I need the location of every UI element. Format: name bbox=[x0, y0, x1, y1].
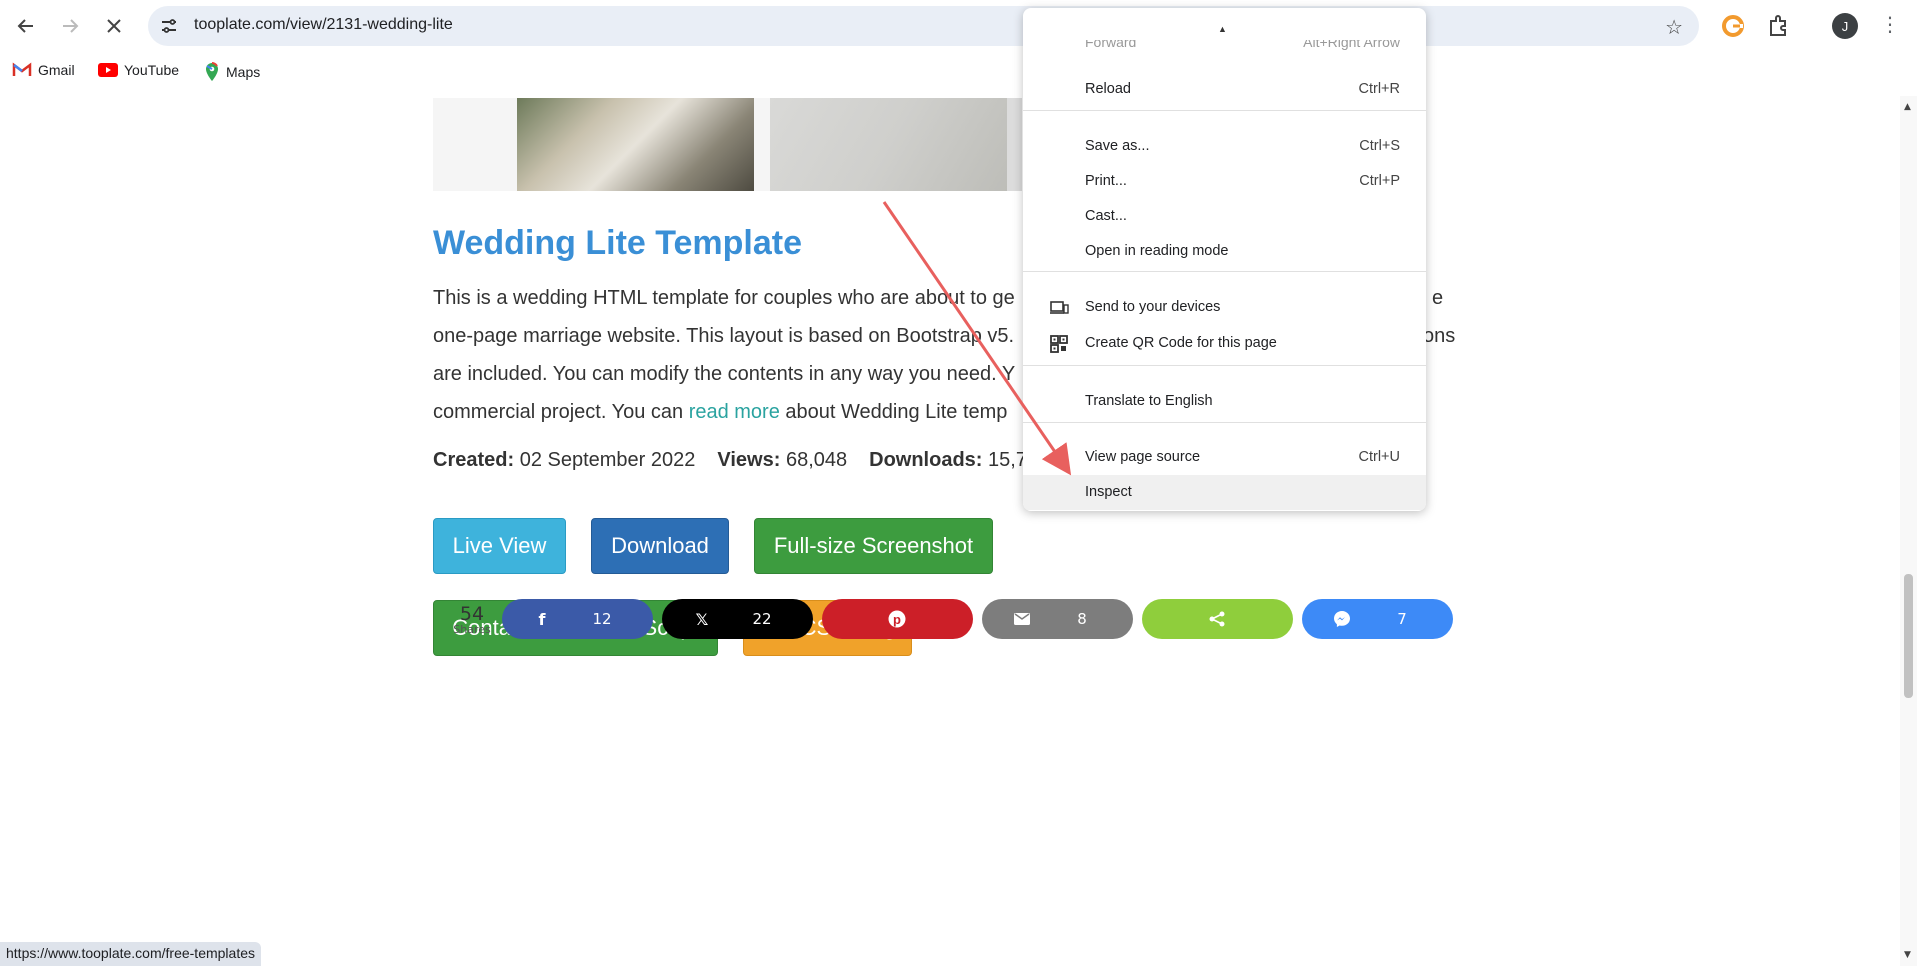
template-stats: Created: 02 September 2022 Views: 68,048 D… bbox=[433, 449, 1027, 471]
menu-scroll-up-icon[interactable]: ▲ bbox=[1218, 24, 1227, 34]
preview-image-couple bbox=[517, 98, 754, 191]
context-item-send-to-devices[interactable]: Send to your devices bbox=[1023, 290, 1426, 325]
youtube-icon bbox=[98, 63, 118, 77]
gmail-icon bbox=[12, 62, 32, 76]
context-item-save-as[interactable]: Save as... Ctrl+S bbox=[1023, 129, 1426, 164]
email-icon bbox=[1012, 609, 1032, 629]
bookmark-maps[interactable]: Maps bbox=[204, 62, 260, 82]
full-size-screenshot-button[interactable]: Full-size Screenshot bbox=[754, 518, 993, 574]
context-item-reload[interactable]: Reload Ctrl+R bbox=[1023, 72, 1426, 107]
bookmark-gmail[interactable]: Gmail bbox=[12, 62, 75, 78]
grammarly-extension-icon[interactable] bbox=[1720, 13, 1746, 39]
context-item-reading-mode[interactable]: Open in reading mode bbox=[1023, 234, 1426, 269]
share-icon bbox=[1207, 609, 1227, 629]
context-item-inspect[interactable]: Inspect bbox=[1023, 475, 1426, 510]
facebook-icon: f bbox=[538, 609, 546, 629]
preview-image-venue bbox=[770, 98, 1007, 191]
page-title: Wedding Lite Template bbox=[433, 224, 802, 262]
web-page: Wedding Lite Template This is a wedding … bbox=[0, 96, 1900, 966]
back-icon[interactable] bbox=[10, 10, 42, 42]
pinterest-icon: p bbox=[887, 609, 907, 629]
facebook-share-button[interactable]: f 12 bbox=[502, 599, 653, 639]
share-count: 54 Shares bbox=[453, 603, 491, 636]
forward-icon[interactable] bbox=[54, 10, 86, 42]
extensions-puzzle-icon[interactable] bbox=[1766, 13, 1792, 39]
scroll-up-arrow-icon[interactable]: ▲ bbox=[1904, 102, 1911, 112]
x-icon: 𝕏 bbox=[695, 609, 709, 629]
sharethis-share-button[interactable] bbox=[1142, 599, 1293, 639]
email-share-button[interactable]: 8 bbox=[982, 599, 1133, 639]
devices-icon bbox=[1050, 301, 1069, 314]
live-view-button[interactable]: Live View bbox=[433, 518, 566, 574]
read-more-link[interactable]: read more bbox=[689, 401, 780, 423]
url-text[interactable]: tooplate.com/view/2131-wedding-lite bbox=[194, 16, 453, 34]
link-status-bar: https://www.tooplate.com/free-templates bbox=[0, 942, 261, 966]
context-menu: ▲ Forward Alt+Right Arrow Reload Ctrl+R … bbox=[1023, 8, 1426, 511]
browser-menu-icon[interactable]: ⋮ bbox=[1880, 12, 1900, 36]
stop-loading-icon[interactable] bbox=[98, 10, 130, 42]
scroll-down-arrow-icon[interactable]: ▼ bbox=[1904, 950, 1911, 960]
messenger-share-button[interactable]: 7 bbox=[1302, 599, 1453, 639]
context-item-view-source[interactable]: View page source Ctrl+U bbox=[1023, 440, 1426, 475]
context-item-cast[interactable]: Cast... bbox=[1023, 199, 1426, 234]
bookmark-star-icon[interactable]: ☆ bbox=[1665, 15, 1683, 39]
qr-code-icon bbox=[1050, 335, 1068, 353]
context-item-translate[interactable]: Translate to English bbox=[1023, 384, 1426, 419]
context-item-print[interactable]: Print... Ctrl+P bbox=[1023, 164, 1426, 199]
messenger-icon bbox=[1332, 609, 1352, 629]
preview-image-partial bbox=[1007, 98, 1022, 191]
x-share-button[interactable]: 𝕏 22 bbox=[662, 599, 813, 639]
page-scrollbar[interactable]: ▲ ▼ bbox=[1900, 96, 1917, 966]
site-info-icon[interactable] bbox=[158, 15, 180, 37]
address-bar[interactable]: tooplate.com/view/2131-wedding-lite ☆ bbox=[148, 6, 1699, 46]
profile-avatar[interactable]: J bbox=[1832, 13, 1858, 39]
svg-text:p: p bbox=[893, 612, 901, 627]
download-button[interactable]: Download bbox=[591, 518, 729, 574]
context-item-qr-code[interactable]: Create QR Code for this page bbox=[1023, 326, 1426, 361]
maps-pin-icon bbox=[206, 62, 218, 81]
pinterest-share-button[interactable]: p bbox=[822, 599, 973, 639]
browser-toolbar: tooplate.com/view/2131-wedding-lite ☆ J … bbox=[0, 0, 1917, 52]
bookmark-youtube[interactable]: YouTube bbox=[98, 62, 179, 78]
scrollbar-thumb[interactable] bbox=[1904, 574, 1913, 698]
bookmarks-bar: Gmail YouTube Maps bbox=[0, 56, 1917, 88]
context-item-forward[interactable]: Forward bbox=[1085, 40, 1136, 50]
